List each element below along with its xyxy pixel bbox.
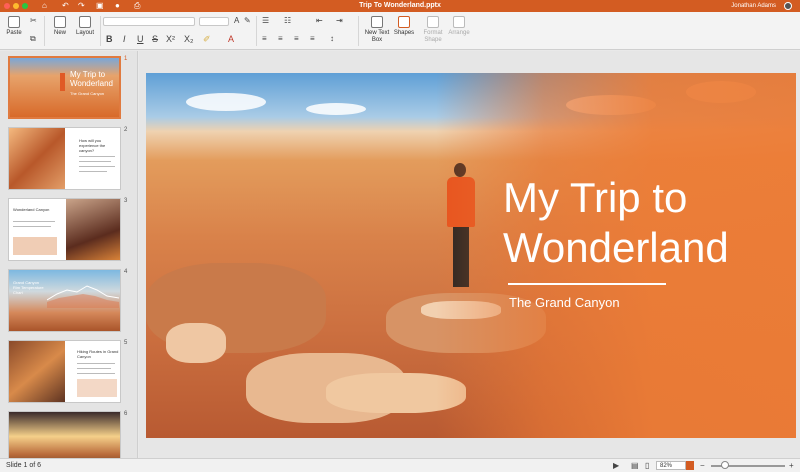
zoom-input[interactable]: 82%	[656, 461, 686, 470]
slide-number: 2	[124, 127, 128, 133]
slide-number: 5	[124, 340, 128, 346]
slide-editor-canvas[interactable]: My Trip to Wonderland The Grand Canyon	[139, 51, 800, 458]
font-size-increase-icon[interactable]: A	[234, 16, 239, 26]
new-slide-icon	[54, 16, 66, 28]
new-text-box-button[interactable]: New Text Box	[363, 16, 391, 44]
superscript-button[interactable]: X²	[166, 34, 175, 44]
numbering-icon[interactable]: ☷	[284, 16, 291, 26]
slide-image	[66, 199, 120, 260]
italic-button[interactable]: I	[123, 34, 126, 44]
ribbon-toolbar: Paste ✂ ⧉ New Layout A ✎ B I U S X² X₂ ✐…	[0, 12, 800, 50]
cut-icon[interactable]: ✂	[30, 16, 37, 26]
slide-thumbnails-panel[interactable]: My Trip to Wonderland The Grand Canyon 1…	[0, 51, 138, 458]
notes-icon[interactable]: ▤	[631, 461, 639, 470]
slide-subtitle[interactable]: The Grand Canyon	[509, 295, 620, 310]
bullets-icon[interactable]: ☰	[262, 16, 269, 26]
slide-indicator: Slide 1 of 6	[6, 462, 42, 469]
slide-thumbnail-4[interactable]: Grand Canyon Rim Temperature Chart	[8, 269, 121, 332]
new-slide-button[interactable]: New	[50, 16, 70, 37]
zoom-slider-handle[interactable]	[721, 461, 729, 469]
slide-image	[9, 341, 65, 402]
title-divider-line[interactable]	[508, 283, 666, 285]
slide-image	[9, 128, 65, 189]
ribbon-divider	[256, 16, 257, 46]
copy-icon[interactable]: ⧉	[30, 34, 36, 44]
layout-icon	[79, 16, 91, 28]
slide-view-icon[interactable]: ▯	[645, 461, 649, 470]
zoom-in-icon[interactable]: +	[789, 461, 794, 470]
zoom-out-icon[interactable]: −	[700, 461, 705, 470]
zoom-dropdown[interactable]	[686, 461, 694, 470]
temperature-chart-thumbnail	[47, 285, 119, 308]
slide-thumbnail-5[interactable]: Hiking Routes in Grand Canyon	[8, 340, 121, 403]
paste-button[interactable]: Paste	[5, 16, 23, 37]
title-bar: ⌂ ↶ ↷ ▣ ● ⎙ Trip To Wonderland.pptx Jona…	[0, 0, 800, 12]
align-left-icon[interactable]: ≡	[262, 34, 267, 44]
increase-indent-icon[interactable]: ⇥	[336, 16, 343, 26]
slide-thumbnail-1[interactable]: My Trip to Wonderland The Grand Canyon	[8, 56, 121, 119]
shapes-icon	[398, 16, 410, 28]
subscript-button[interactable]: X₂	[184, 34, 194, 44]
avatar[interactable]	[784, 2, 792, 10]
format-shape-button[interactable]: Format Shape	[420, 16, 446, 44]
person-figure	[60, 73, 65, 91]
text-box-icon	[371, 16, 383, 28]
layout-button[interactable]: Layout	[74, 16, 96, 37]
clipboard-icon	[8, 16, 20, 28]
arrange-button[interactable]: Arrange	[448, 16, 470, 37]
slide-number: 6	[124, 411, 128, 417]
bold-button[interactable]: B	[106, 34, 113, 44]
play-icon[interactable]: ▶	[613, 461, 619, 470]
slide-thumbnail-2[interactable]: How will you experience the canyon?	[8, 127, 121, 190]
current-slide[interactable]: My Trip to Wonderland The Grand Canyon	[146, 73, 796, 438]
font-name-input[interactable]	[103, 17, 195, 26]
status-bar: Slide 1 of 6 ▶ ▤ ▯ 82% − +	[0, 458, 800, 472]
document-title[interactable]: Trip To Wonderland.pptx	[0, 1, 800, 11]
clear-formatting-icon[interactable]: ✎	[244, 16, 251, 26]
strikethrough-button[interactable]: S	[152, 34, 158, 44]
slide-thumbnail-3[interactable]: Wonderland Canyon	[8, 198, 121, 261]
ribbon-divider	[358, 16, 359, 46]
slide-number: 1	[124, 56, 128, 62]
align-right-icon[interactable]: ≡	[294, 34, 299, 44]
font-size-input[interactable]	[199, 17, 229, 26]
shapes-button[interactable]: Shapes	[393, 16, 415, 37]
line-spacing-icon[interactable]: ↕	[330, 34, 334, 44]
highlight-icon[interactable]: ✐	[203, 34, 211, 45]
format-shape-icon	[427, 16, 439, 28]
align-center-icon[interactable]: ≡	[278, 34, 283, 44]
slide-number: 4	[124, 269, 128, 275]
slide-title[interactable]: My Trip to Wonderland	[503, 173, 729, 273]
arrange-icon	[453, 16, 465, 28]
underline-button[interactable]: U	[137, 34, 144, 44]
decrease-indent-icon[interactable]: ⇤	[316, 16, 323, 26]
font-color-icon[interactable]: A	[228, 34, 234, 44]
ribbon-divider	[100, 16, 101, 46]
user-name[interactable]: Jonathan Adams	[731, 1, 776, 11]
slide-thumbnail-6[interactable]	[8, 411, 121, 458]
justify-icon[interactable]: ≡	[310, 34, 315, 44]
ribbon-divider	[44, 16, 45, 46]
slide-number: 3	[124, 198, 128, 204]
